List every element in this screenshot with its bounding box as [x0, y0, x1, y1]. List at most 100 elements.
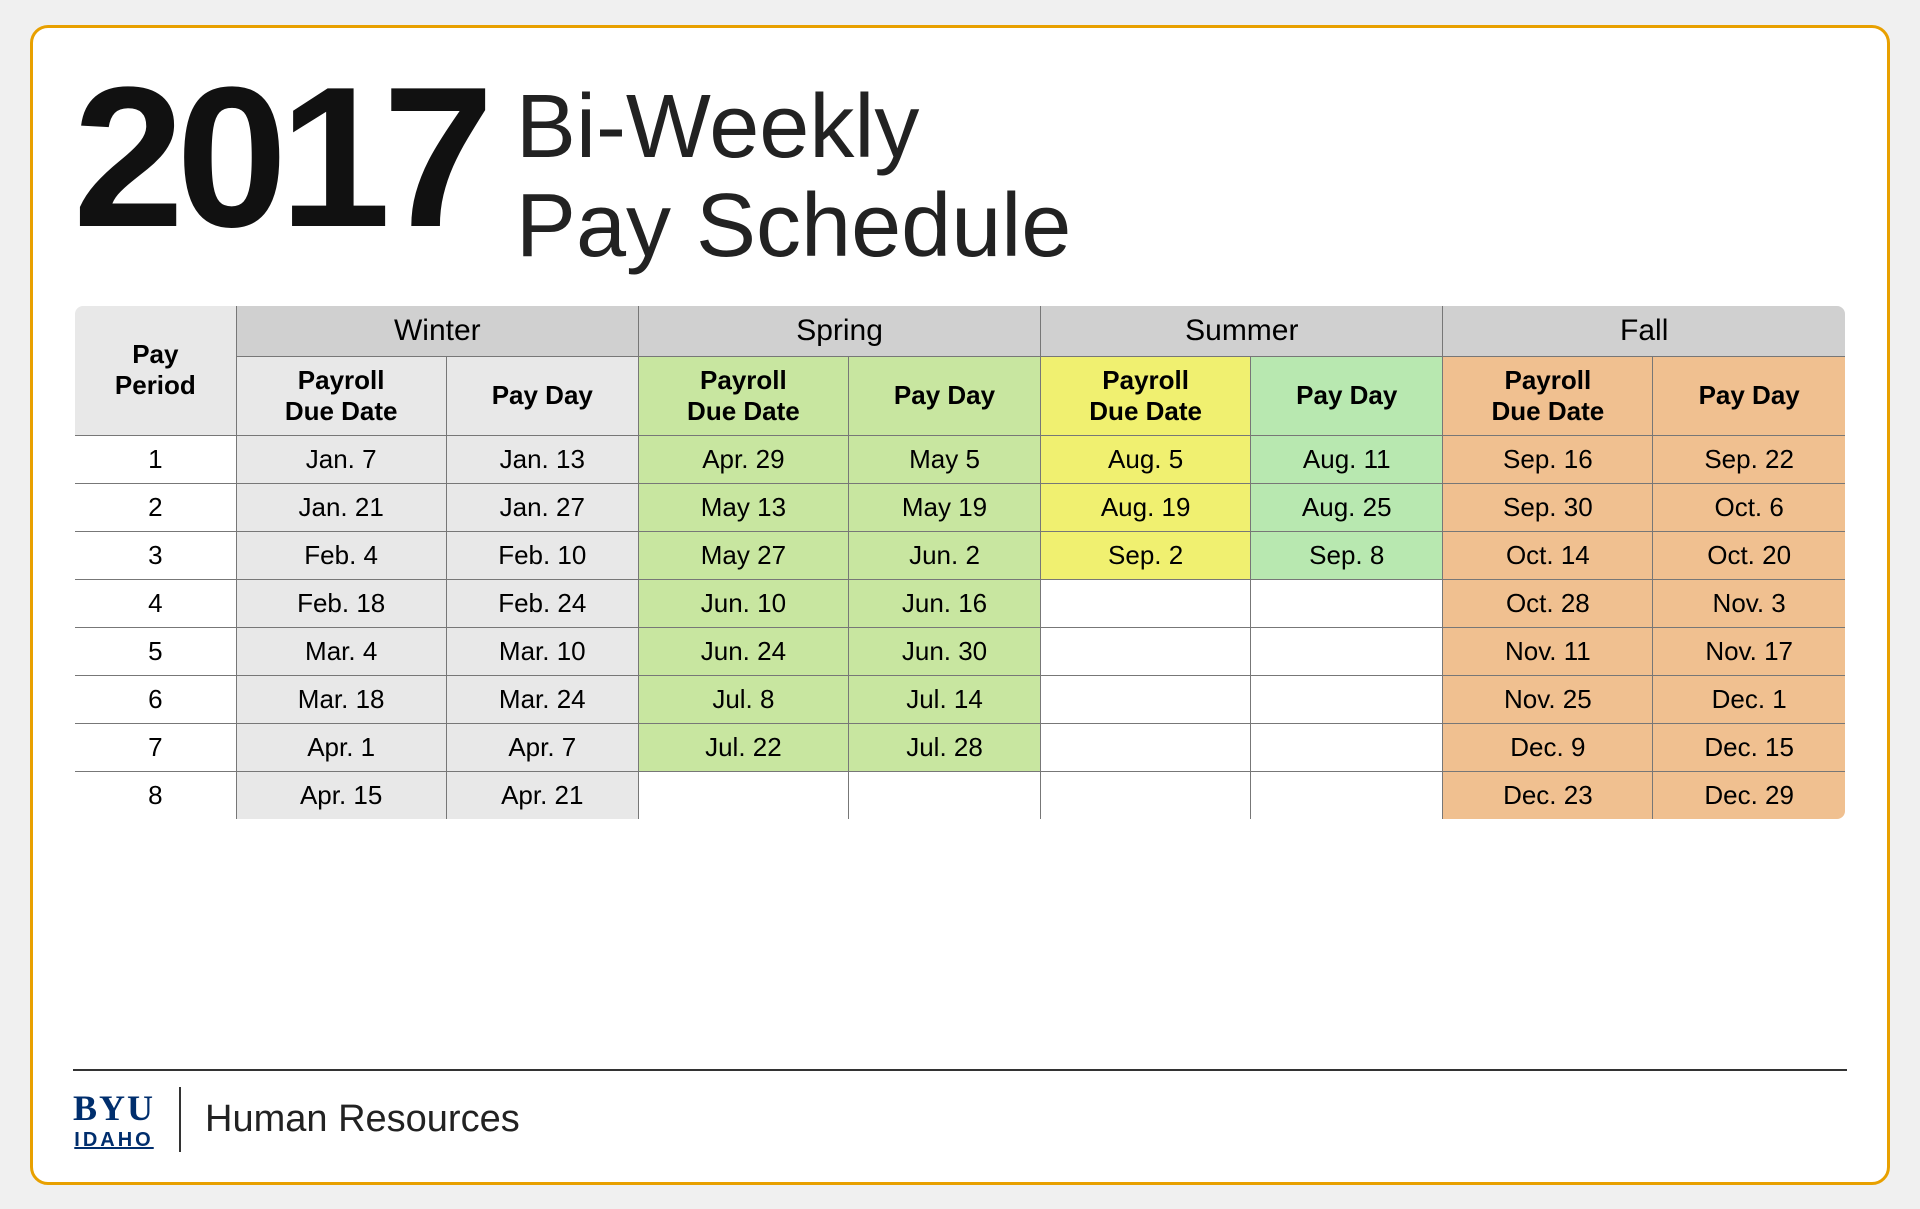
spring-due-cell: Jul. 22 [638, 723, 848, 771]
spring-due-header: PayrollDue Date [638, 356, 848, 435]
spring-pay-cell: Jul. 28 [848, 723, 1040, 771]
fall-due-cell: Nov. 11 [1443, 627, 1653, 675]
spring-pay-cell: May 19 [848, 483, 1040, 531]
spring-pay-cell: Jun. 2 [848, 531, 1040, 579]
spring-pay-cell: May 5 [848, 435, 1040, 483]
summer-due-cell [1041, 579, 1251, 627]
fall-due-cell: Dec. 23 [1443, 771, 1653, 820]
table-row: 2Jan. 21Jan. 27May 13May 19Aug. 19Aug. 2… [74, 483, 1846, 531]
season-row: PayPeriod Winter Spring Summer Fall [74, 305, 1846, 357]
summer-due-cell: Aug. 19 [1041, 483, 1251, 531]
fall-pay-cell: Nov. 3 [1653, 579, 1846, 627]
spring-due-cell: Jun. 24 [638, 627, 848, 675]
spring-due-cell: Apr. 29 [638, 435, 848, 483]
pay-period-cell: 7 [74, 723, 236, 771]
footer-dept: Human Resources [205, 1098, 520, 1141]
summer-due-cell [1041, 675, 1251, 723]
summer-pay-cell [1251, 675, 1443, 723]
pay-schedule-table: PayPeriod Winter Spring Summer Fall Payr… [73, 304, 1847, 821]
table-row: 1Jan. 7Jan. 13Apr. 29May 5Aug. 5Aug. 11S… [74, 435, 1846, 483]
summer-season-header: Summer [1041, 305, 1443, 357]
pay-period-cell: 3 [74, 531, 236, 579]
winter-pay-cell: Apr. 21 [446, 771, 638, 820]
byu-logo-bottom: IDAHO [74, 1129, 153, 1152]
pay-period-cell: 2 [74, 483, 236, 531]
pay-period-cell: 4 [74, 579, 236, 627]
winter-due-cell: Apr. 15 [236, 771, 446, 820]
spring-due-cell: Jun. 10 [638, 579, 848, 627]
summer-pay-cell: Aug. 11 [1251, 435, 1443, 483]
header-section: 2017 Bi-Weekly Pay Schedule [73, 58, 1847, 276]
winter-due-cell: Feb. 4 [236, 531, 446, 579]
subtitle-line2: Pay Schedule [516, 177, 1071, 276]
fall-due-cell: Dec. 9 [1443, 723, 1653, 771]
table-wrapper: PayPeriod Winter Spring Summer Fall Payr… [73, 304, 1847, 1045]
fall-pay-cell: Sep. 22 [1653, 435, 1846, 483]
summer-due-header: PayrollDue Date [1041, 356, 1251, 435]
winter-due-cell: Jan. 7 [236, 435, 446, 483]
main-card: 2017 Bi-Weekly Pay Schedule PayPeriod Wi… [30, 25, 1890, 1185]
fall-pay-header: Pay Day [1653, 356, 1846, 435]
summer-due-cell: Sep. 2 [1041, 531, 1251, 579]
subtitle-block: Bi-Weekly Pay Schedule [516, 58, 1071, 276]
fall-due-cell: Sep. 30 [1443, 483, 1653, 531]
table-row: 4Feb. 18Feb. 24Jun. 10Jun. 16 Oct. 28Nov.… [74, 579, 1846, 627]
pay-period-cell: 6 [74, 675, 236, 723]
table-body: 1Jan. 7Jan. 13Apr. 29May 5Aug. 5Aug. 11S… [74, 435, 1846, 820]
summer-due-cell [1041, 627, 1251, 675]
fall-due-cell: Sep. 16 [1443, 435, 1653, 483]
winter-pay-cell: Feb. 24 [446, 579, 638, 627]
winter-due-cell: Feb. 18 [236, 579, 446, 627]
winter-pay-header: Pay Day [446, 356, 638, 435]
spring-pay-cell [848, 771, 1040, 820]
fall-pay-cell: Dec. 15 [1653, 723, 1846, 771]
subtitle-line1: Bi-Weekly [516, 78, 1071, 177]
fall-due-cell: Oct. 28 [1443, 579, 1653, 627]
table-row: 3Feb. 4Feb. 10May 27Jun. 2Sep. 2Sep. 8Oc… [74, 531, 1846, 579]
winter-pay-cell: Mar. 24 [446, 675, 638, 723]
col-header-row: PayrollDue Date Pay Day PayrollDue Date … [74, 356, 1846, 435]
winter-pay-cell: Mar. 10 [446, 627, 638, 675]
spring-pay-cell: Jun. 30 [848, 627, 1040, 675]
winter-due-cell: Apr. 1 [236, 723, 446, 771]
fall-pay-cell: Oct. 20 [1653, 531, 1846, 579]
spring-due-cell: Jul. 8 [638, 675, 848, 723]
spring-due-cell [638, 771, 848, 820]
summer-pay-cell [1251, 723, 1443, 771]
summer-pay-cell: Aug. 25 [1251, 483, 1443, 531]
byu-logo: BYU IDAHO [73, 1087, 181, 1152]
winter-pay-cell: Jan. 27 [446, 483, 638, 531]
winter-due-cell: Mar. 18 [236, 675, 446, 723]
table-row: 8Apr. 15Apr. 21 Dec. 23Dec. 29 [74, 771, 1846, 820]
fall-pay-cell: Nov. 17 [1653, 627, 1846, 675]
pay-period-header: PayPeriod [74, 305, 236, 436]
spring-pay-cell: Jun. 16 [848, 579, 1040, 627]
pay-period-cell: 8 [74, 771, 236, 820]
fall-pay-cell: Oct. 6 [1653, 483, 1846, 531]
fall-due-header: PayrollDue Date [1443, 356, 1653, 435]
fall-due-cell: Nov. 25 [1443, 675, 1653, 723]
winter-season-header: Winter [236, 305, 638, 357]
spring-due-cell: May 27 [638, 531, 848, 579]
spring-pay-header: Pay Day [848, 356, 1040, 435]
fall-pay-cell: Dec. 29 [1653, 771, 1846, 820]
fall-due-cell: Oct. 14 [1443, 531, 1653, 579]
summer-pay-cell [1251, 771, 1443, 820]
winter-pay-cell: Feb. 10 [446, 531, 638, 579]
spring-pay-cell: Jul. 14 [848, 675, 1040, 723]
spring-due-cell: May 13 [638, 483, 848, 531]
byu-logo-top: BYU [73, 1087, 155, 1129]
fall-pay-cell: Dec. 1 [1653, 675, 1846, 723]
winter-due-cell: Jan. 21 [236, 483, 446, 531]
summer-pay-cell [1251, 627, 1443, 675]
fall-season-header: Fall [1443, 305, 1846, 357]
summer-pay-header: Pay Day [1251, 356, 1443, 435]
winter-pay-cell: Apr. 7 [446, 723, 638, 771]
table-row: 6Mar. 18Mar. 24Jul. 8Jul. 14 Nov. 25Dec. … [74, 675, 1846, 723]
table-row: 5Mar. 4Mar. 10Jun. 24Jun. 30Nov. 11Nov. … [74, 627, 1846, 675]
summer-pay-cell: Sep. 8 [1251, 531, 1443, 579]
spring-season-header: Spring [638, 305, 1040, 357]
footer-section: BYU IDAHO Human Resources [73, 1069, 1847, 1152]
pay-period-cell: 1 [74, 435, 236, 483]
winter-due-header: PayrollDue Date [236, 356, 446, 435]
